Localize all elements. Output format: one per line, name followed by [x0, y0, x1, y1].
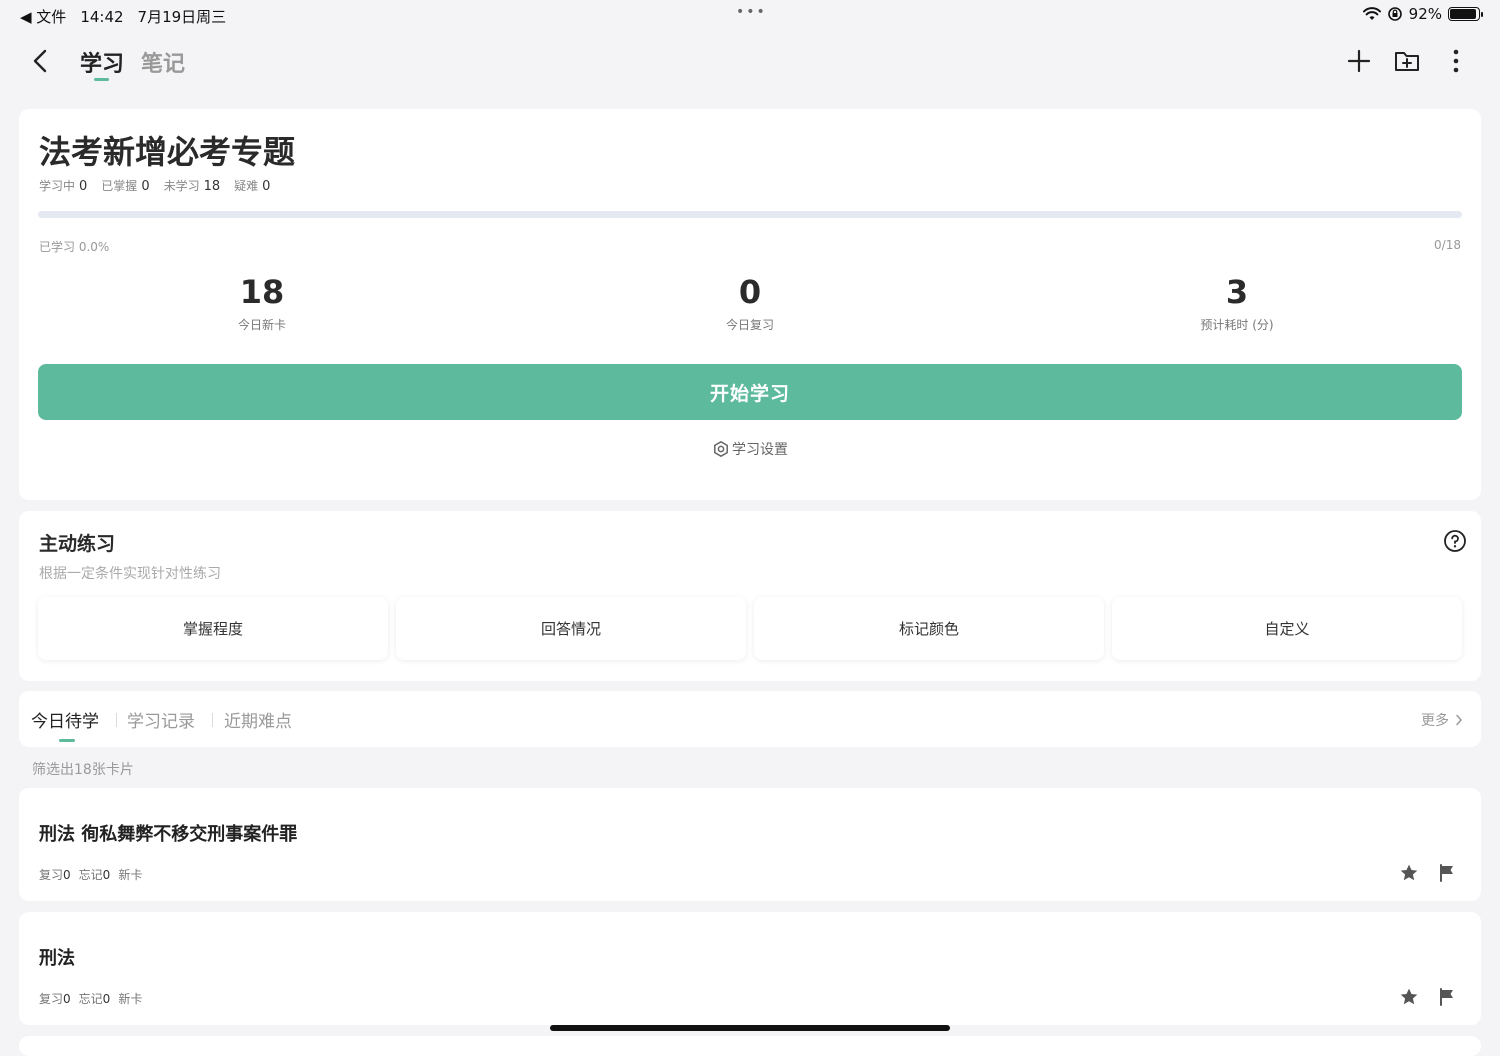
list-item[interactable]: 刑法 复习0 忘记0 新卡	[19, 912, 1481, 1025]
filter-answer-button[interactable]: 回答情况	[396, 597, 746, 660]
stat-learning: 学习中 0	[39, 179, 88, 194]
multitask-dots[interactable]: •••	[736, 4, 767, 20]
tab-history[interactable]: 学习记录	[127, 707, 195, 732]
tab-today[interactable]: 今日待学	[31, 707, 99, 732]
more-link[interactable]: 更多	[1421, 710, 1463, 730]
status-back-app[interactable]: ◀ 文件	[20, 6, 66, 27]
add-folder-icon[interactable]	[1392, 46, 1422, 76]
filter-mastery-button[interactable]: 掌握程度	[38, 597, 388, 660]
stat-difficult: 疑难 0	[234, 179, 271, 194]
card-meta: 复习0 忘记0 新卡	[39, 992, 143, 1006]
study-settings-link[interactable]: 学习设置	[19, 439, 1481, 459]
tab-study[interactable]: 学习	[80, 46, 124, 78]
stat-mastered: 已掌握 0	[101, 179, 150, 194]
active-practice-card: 主动练习 根据一定条件实现针对性练习 掌握程度 回答情况 标记颜色 自定义	[19, 511, 1481, 681]
progress-label: 已学习 0.0%	[39, 240, 110, 254]
filter-color-button[interactable]: 标记颜色	[754, 597, 1104, 660]
metric-estimated-time: 3 预计耗时 (分)	[1200, 273, 1274, 333]
orientation-lock-icon	[1387, 7, 1402, 21]
status-time: 14:42	[80, 7, 124, 26]
tab-active-indicator	[94, 78, 109, 81]
list-tab-indicator	[59, 739, 75, 742]
tab-divider	[212, 713, 213, 727]
tab-difficult[interactable]: 近期难点	[224, 707, 292, 732]
battery-icon	[1448, 7, 1483, 21]
filter-count: 筛选出18张卡片	[32, 762, 134, 778]
metric-new-cards: 18 今日新卡	[237, 273, 286, 333]
flag-icon[interactable]	[1437, 863, 1457, 883]
home-indicator[interactable]	[550, 1025, 950, 1031]
add-icon[interactable]	[1344, 46, 1374, 76]
deck-overview-card: 法考新增必考专题 学习中 0 已掌握 0 未学习 18 疑难 0 已学习 0.0% 0/…	[19, 109, 1481, 500]
deck-title: 法考新增必考专题	[39, 133, 296, 171]
list-tabs: 今日待学 学习记录 近期难点 更多	[19, 691, 1481, 747]
tab-divider	[116, 713, 117, 727]
tab-notes[interactable]: 笔记	[141, 46, 185, 78]
progress-bar	[38, 211, 1462, 218]
list-item-partial	[19, 1036, 1481, 1056]
card-meta: 复习0 忘记0 新卡	[39, 868, 143, 882]
more-options-icon[interactable]	[1441, 46, 1471, 76]
card-title: 刑法	[39, 948, 75, 969]
practice-title: 主动练习	[39, 533, 116, 555]
star-icon[interactable]	[1399, 863, 1419, 883]
progress-count: 0/18	[1434, 238, 1461, 252]
status-date: 7月19日周三	[137, 8, 227, 26]
stat-unlearned: 未学习 18	[163, 179, 221, 194]
wifi-icon	[1362, 7, 1381, 20]
deck-stats: 学习中 0 已掌握 0 未学习 18 疑难 0	[39, 177, 270, 194]
battery-percent: 92%	[1408, 5, 1442, 23]
filter-custom-button[interactable]: 自定义	[1112, 597, 1462, 660]
list-item[interactable]: 刑法 徇私舞弊不移交刑事案件罪 复习0 忘记0 新卡	[19, 788, 1481, 901]
start-study-button[interactable]: 开始学习	[38, 364, 1462, 420]
star-icon[interactable]	[1399, 987, 1419, 1007]
back-icon[interactable]	[26, 46, 56, 76]
metric-review: 0 今日复习	[725, 273, 774, 333]
chevron-right-icon	[1456, 714, 1462, 726]
card-title: 刑法 徇私舞弊不移交刑事案件罪	[39, 824, 298, 845]
status-bar: ◀ 文件 14:42 7月19日周三 ••• 92%	[0, 0, 1500, 30]
help-icon[interactable]	[1443, 529, 1467, 553]
practice-subtitle: 根据一定条件实现针对性练习	[39, 566, 221, 582]
settings-icon	[714, 441, 728, 457]
flag-icon[interactable]	[1437, 987, 1457, 1007]
